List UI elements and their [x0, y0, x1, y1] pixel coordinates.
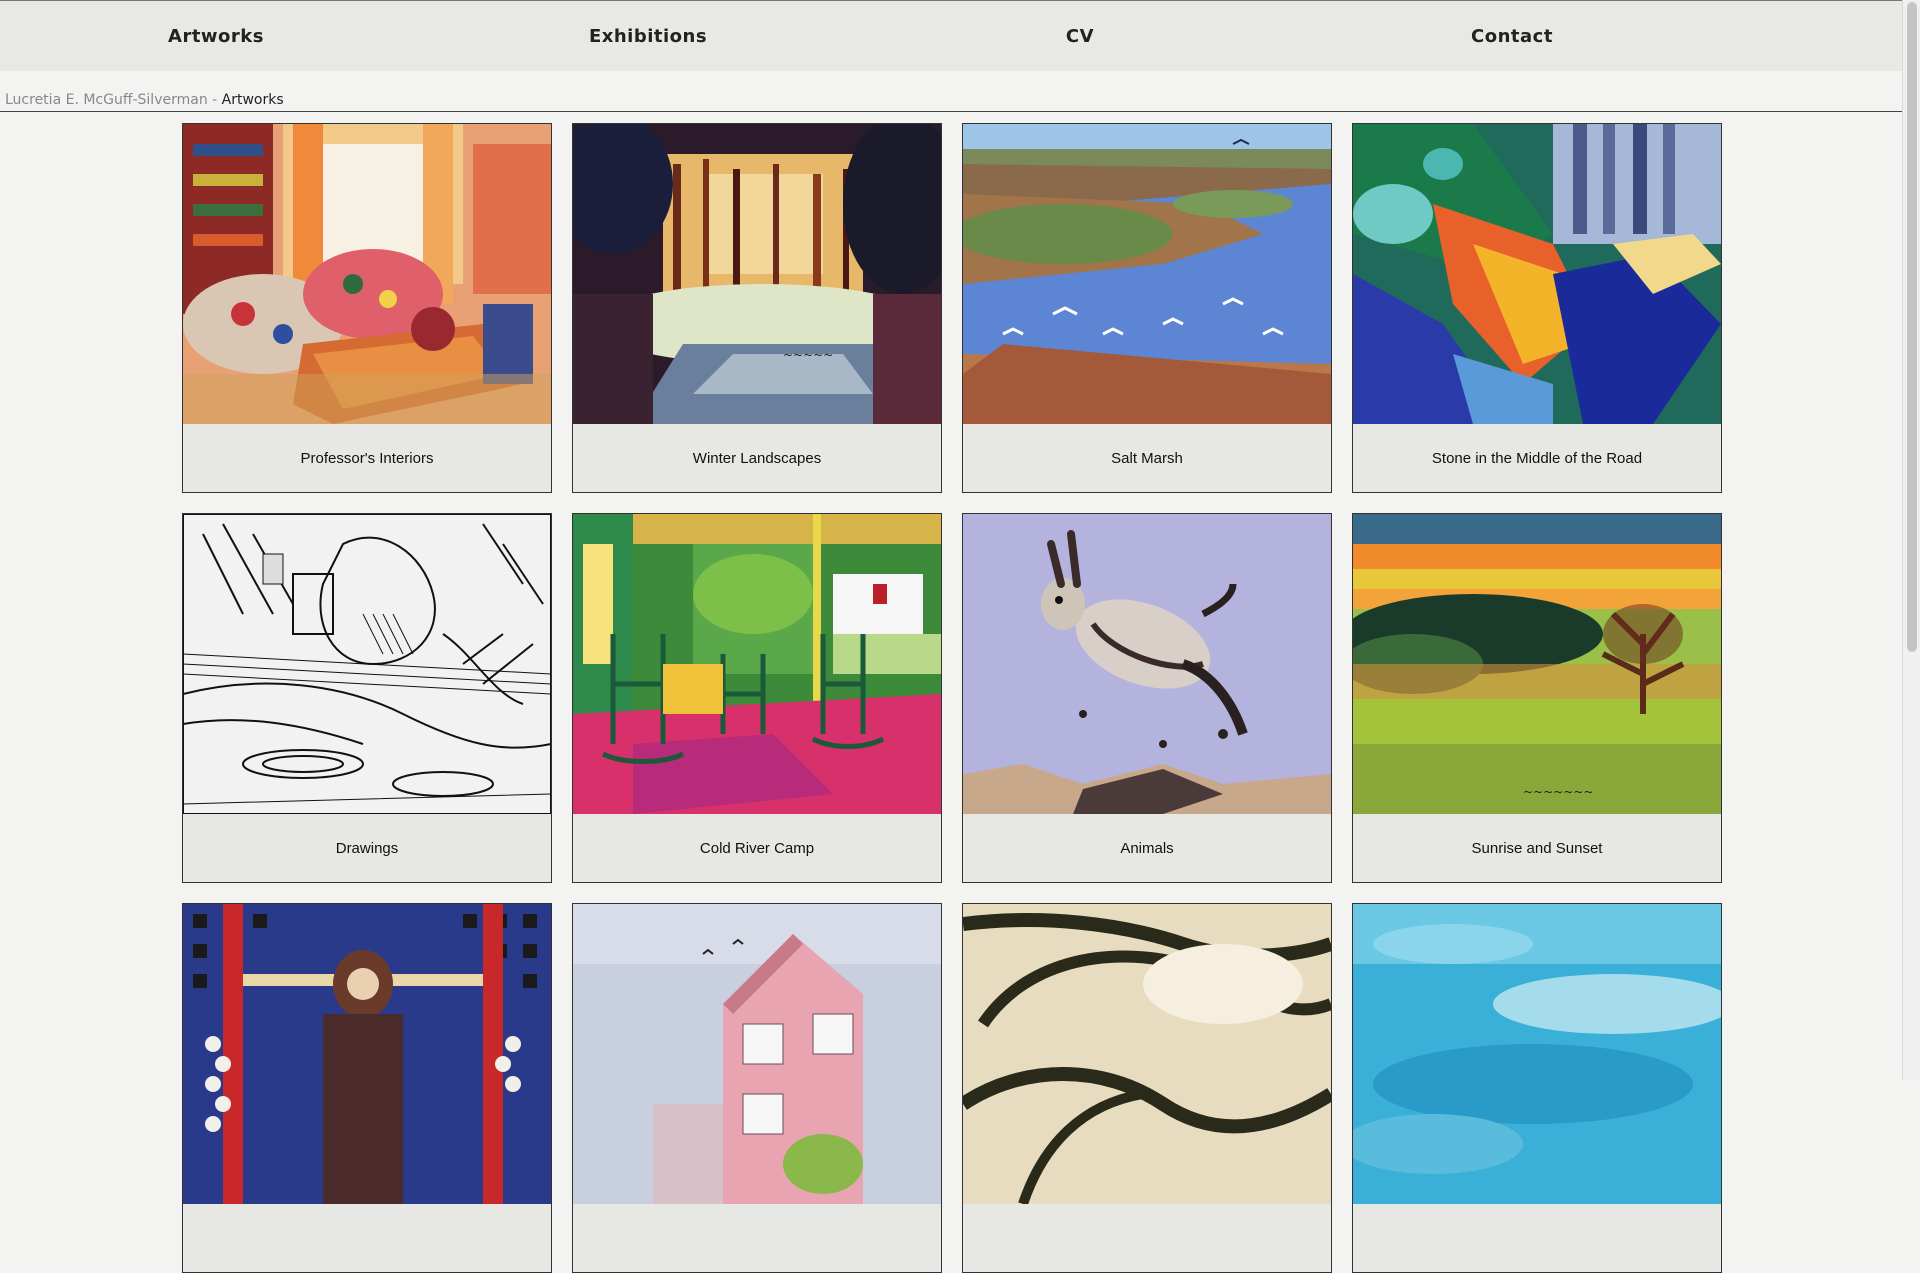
card-title [183, 1204, 551, 1272]
gallery-card-salt-marsh[interactable]: Salt Marsh [962, 123, 1332, 493]
salt-marsh-painting-thumbnail [963, 124, 1331, 424]
nav-artworks[interactable]: Artworks [0, 26, 432, 47]
card-title: Salt Marsh [1111, 449, 1183, 467]
gallery-card-winter-landscapes[interactable]: ~~~~~ Winter Landscapes [572, 123, 942, 493]
gallery-card-drawings[interactable]: Drawings [182, 513, 552, 883]
svg-text:~~~~~~~: ~~~~~~~ [1523, 785, 1593, 799]
gallery-card-blue-abstract[interactable] [1352, 903, 1722, 1273]
rabbit-painting-thumbnail [963, 514, 1331, 814]
artwork-gallery: Professor's Interiors ~~~~~ Winter Lands… [182, 123, 1722, 1273]
figure-painting-thumbnail [183, 904, 551, 1204]
card-title: Sunrise and Sunset [1471, 839, 1603, 857]
interior-painting-thumbnail [183, 124, 551, 424]
gallery-card-house[interactable] [572, 903, 942, 1273]
abstract-brush-drawing-thumbnail [963, 904, 1331, 1204]
vertical-scrollbar[interactable] [1902, 0, 1920, 1080]
svg-text:~~~~~: ~~~~~ [783, 348, 833, 362]
nav-cv[interactable]: CV [864, 26, 1296, 47]
card-title: Stone in the Middle of the Road [1431, 449, 1643, 467]
ink-drawing-thumbnail [183, 514, 551, 814]
card-title: Winter Landscapes [692, 449, 822, 467]
gallery-card-stone-in-the-middle-of-the-road[interactable]: Stone in the Middle of the Road [1352, 123, 1722, 493]
gallery-card-cold-river-camp[interactable]: Cold River Camp [572, 513, 942, 883]
breadcrumb-separator: - [207, 92, 222, 108]
blue-abstract-painting-thumbnail [1353, 904, 1721, 1204]
gallery-card-professors-interiors[interactable]: Professor's Interiors [182, 123, 552, 493]
breadcrumb: Lucretia E. McGuff-Silverman - Artworks [5, 92, 284, 108]
nav-contact[interactable]: Contact [1296, 26, 1728, 47]
top-navigation: Artworks Exhibitions CV Contact [0, 0, 1902, 71]
breadcrumb-home-link[interactable]: Lucretia E. McGuff-Silverman [5, 92, 208, 108]
card-title: Drawings [335, 839, 399, 857]
card-title: Professor's Interiors [300, 449, 434, 467]
house-sketch-thumbnail [573, 904, 941, 1204]
scrollbar-thumb[interactable] [1907, 2, 1917, 652]
sunset-landscape-painting-thumbnail: ~~~~~~~ [1353, 514, 1721, 814]
gallery-card-sunrise-and-sunset[interactable]: ~~~~~~~ Sunrise and Sunset [1352, 513, 1722, 883]
card-title [573, 1204, 941, 1272]
gallery-card-abstract-brush[interactable] [962, 903, 1332, 1273]
gallery-card-animals[interactable]: Animals [962, 513, 1332, 883]
card-title [963, 1204, 1331, 1272]
porch-rocking-chairs-painting-thumbnail [573, 514, 941, 814]
card-title [1353, 1204, 1721, 1272]
nav-exhibitions[interactable]: Exhibitions [432, 26, 864, 47]
header-divider [0, 111, 1902, 112]
gallery-card-figure[interactable] [182, 903, 552, 1273]
abstract-road-painting-thumbnail [1353, 124, 1721, 424]
card-title: Animals [1120, 839, 1174, 857]
card-title: Cold River Camp [699, 839, 815, 857]
breadcrumb-current: Artworks [221, 92, 284, 108]
winter-landscape-painting-thumbnail: ~~~~~ [573, 124, 941, 424]
